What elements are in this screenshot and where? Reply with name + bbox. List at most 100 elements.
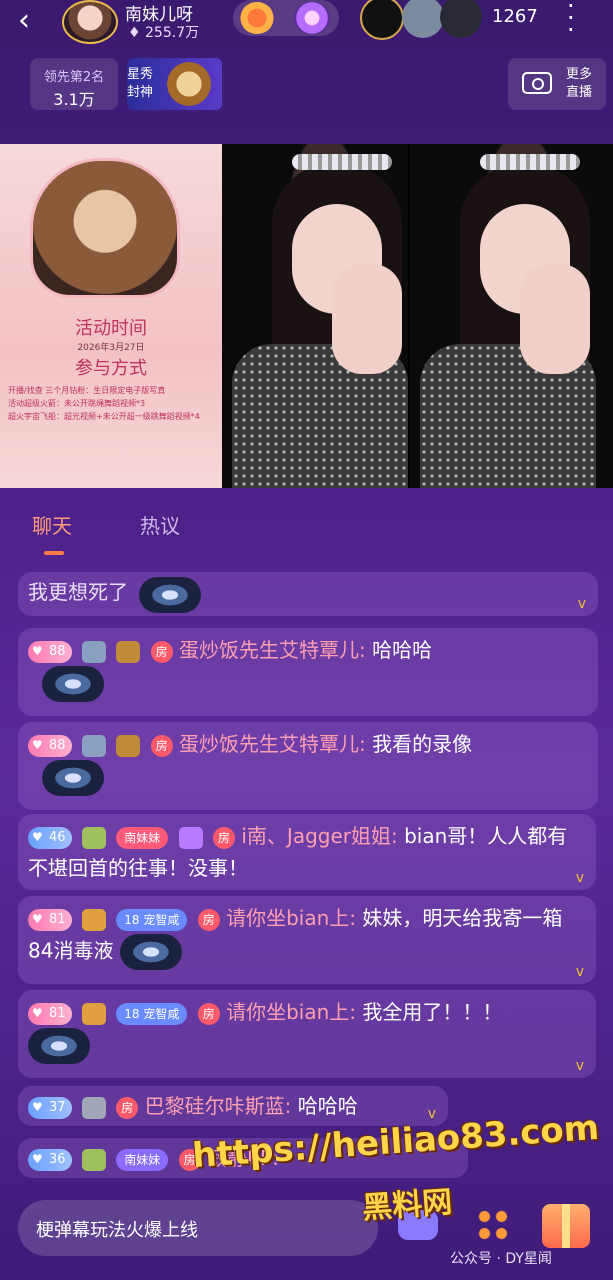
chat-message[interactable]: ♥ 88 房 蛋炒饭先生艾特覃儿: 我看的录像	[18, 722, 598, 810]
chat-line: ♥ 37 房 巴黎硅尔咔斯蓝: 哈哈哈	[28, 1090, 438, 1122]
medal-icon	[81, 1002, 106, 1025]
emote-image	[28, 1028, 90, 1064]
viewer-avatar[interactable]	[402, 0, 444, 38]
top-bar: ‹ 南妹儿呀 ♦ 255.7万 1267 · · ·	[0, 0, 613, 50]
fanclub-badge: 南妹妹	[116, 1148, 169, 1171]
diamond-badge-icon[interactable]	[294, 2, 330, 34]
room-badge: 房	[197, 908, 220, 931]
live-video[interactable]: 活动时间 2026年3月27日 参与方式 开播/找查 三个月钻粉：生日限定电子版…	[0, 144, 613, 488]
chat-message[interactable]: ♥ 88 房 蛋炒饭先生艾特覃儿: 哈哈哈	[18, 628, 598, 716]
viewer-avatar[interactable]	[440, 0, 482, 38]
tiara	[480, 154, 580, 170]
user-level-badge: ♥ 81	[28, 908, 72, 931]
tab-active-indicator	[44, 551, 64, 555]
chevron-down-icon: v	[577, 596, 586, 612]
room-badge: 房	[213, 826, 235, 849]
noble-icon	[81, 640, 106, 663]
heart-icon: ♥	[32, 1006, 43, 1020]
fan-level-badge: 18 宠智咸	[116, 1002, 188, 1025]
viewer-count[interactable]: 1267	[492, 6, 538, 27]
chat-message[interactable]: ♥ 46 南妹妹 房 i南、Jagger姐姐: bian哥！人人都有不堪回首的往事…	[18, 814, 596, 890]
room-badge: 房	[150, 640, 173, 663]
user-level: 81	[49, 1005, 66, 1021]
more-live-button[interactable]: 更多 直播	[508, 58, 606, 110]
poster-title-time: 活动时间	[75, 318, 147, 339]
room-badge: 房	[197, 1002, 220, 1025]
chat-message[interactable]: ♥ 37 房 巴黎硅尔咔斯蓝: 哈哈哈 v	[18, 1086, 448, 1126]
star-banner[interactable]: 星秀 封神	[127, 58, 222, 110]
fanclub-name: 宠智咸	[143, 912, 180, 927]
chevron-down-icon: v	[575, 964, 584, 980]
user-level: 36	[49, 1151, 66, 1167]
user-level-badge: ♥ 88	[28, 734, 72, 757]
chat-content: 哈哈哈	[297, 1094, 358, 1118]
tab-hot[interactable]: 热议	[140, 510, 180, 539]
chat-message[interactable]: 我更想死了 v	[18, 572, 598, 616]
chat-content: 我全用了！！！	[362, 1000, 503, 1024]
tab-chat[interactable]: 聊天	[32, 510, 72, 539]
chat-message[interactable]: ♥ 81 18 宠智咸 房 请你坐bian上: 我全用了！！！ v	[18, 990, 596, 1078]
chevron-down-icon: v	[575, 1058, 584, 1074]
live-feed-right	[410, 144, 613, 488]
chat-text: 我更想死了	[28, 580, 128, 604]
heart-icon: ♥	[32, 1100, 43, 1114]
fan-level: 18	[124, 912, 140, 927]
room-badge: 房	[150, 734, 173, 757]
heart-icon: ♥	[32, 912, 43, 926]
fan-level-badge: 18 宠智咸	[116, 908, 188, 931]
gift-icon[interactable]	[542, 1204, 590, 1248]
chat-line: ♥ 81 18 宠智咸 房 请你坐bian上: 我全用了！！！	[28, 996, 568, 1064]
chat-username[interactable]: 巴黎硅尔咔斯蓝:	[145, 1094, 292, 1118]
event-poster: 活动时间 2026年3月27日 参与方式 开播/找查 三个月钻粉：生日限定电子版…	[0, 144, 222, 488]
chat-line: ♥ 88 房 蛋炒饭先生艾特覃儿: 哈哈哈	[28, 634, 588, 666]
fanclub-name: 宠智咸	[143, 1006, 180, 1021]
more-vertical-icon[interactable]: · · ·	[567, 0, 575, 42]
danmaku-input-placeholder: 梗弹幕玩法火爆上线	[36, 1220, 198, 1241]
user-level-badge: ♥ 36	[28, 1148, 72, 1171]
danmaku-input[interactable]: 梗弹幕玩法火爆上线	[18, 1200, 378, 1256]
heart-icon: ♥	[32, 644, 43, 658]
chat-username[interactable]: 请你坐bian上:	[226, 906, 356, 930]
user-level-badge: ♥ 46	[28, 826, 72, 849]
room-badge: 房	[116, 1096, 139, 1119]
streamer-hand	[520, 264, 590, 374]
apps-grid-icon[interactable]	[476, 1208, 510, 1242]
chat-username[interactable]: 蛋炒饭先生艾特覃儿:	[179, 638, 366, 662]
chat-content: 我看的录像	[372, 732, 473, 756]
silver-medal-icon	[81, 1096, 106, 1119]
user-level-badge: ♥ 81	[28, 1002, 72, 1025]
gem-icon	[178, 826, 203, 849]
fan-medal-icon	[81, 826, 106, 849]
chat-username[interactable]: 蛋炒饭先生艾特覃儿:	[179, 732, 366, 756]
host-avatar[interactable]	[62, 0, 118, 44]
back-icon[interactable]: ‹	[18, 6, 30, 36]
emote-image	[42, 666, 104, 702]
poster-line: 超火宇宙飞船：超光视频+未公开超一级跳舞蹈视频*4	[8, 412, 200, 421]
chat-line: ♥ 46 南妹妹 房 i南、Jagger姐姐: bian哥！人人都有不堪回首的往事…	[28, 820, 568, 884]
user-level: 46	[49, 829, 66, 845]
rank-label: 领先第2名	[43, 70, 105, 85]
host-fans-value: 255.7万	[145, 25, 200, 41]
user-level: 88	[49, 737, 66, 753]
noble-icon	[81, 734, 106, 757]
user-level: 88	[49, 643, 66, 659]
streamer-hand	[332, 264, 402, 374]
chevron-down-icon: v	[575, 870, 584, 886]
chat-username[interactable]: 请你坐bian上:	[226, 1000, 356, 1024]
host-fans-count: ♦ 255.7万	[128, 25, 200, 41]
live-feed-left	[222, 144, 408, 488]
fan-medal-icon	[81, 1148, 106, 1171]
chat-message[interactable]: ♥ 81 18 宠智咸 房 请你坐bian上: 妹妹，明天给我寄一箱84消毒液 v	[18, 896, 596, 984]
poster-details: 开播/找查 三个月钻粉：生日限定电子版写真 活动超级火箭：未公开跳绳舞蹈视频*3…	[8, 384, 216, 423]
medal-icon	[116, 640, 141, 663]
fanclub-badge: 南妹妹	[116, 826, 169, 849]
heart-icon: ♥	[32, 830, 43, 844]
emote-image	[42, 760, 104, 796]
rank-card[interactable]: 领先第2名 3.1万	[30, 58, 118, 110]
rank-badge-icon[interactable]	[240, 2, 274, 34]
watermark-cn: 黑料网	[361, 1184, 454, 1227]
medal-icon	[116, 734, 141, 757]
chat-username[interactable]: i南、Jagger姐姐:	[241, 824, 397, 848]
viewer-avatar[interactable]	[360, 0, 404, 40]
rank-value: 3.1万	[53, 90, 95, 109]
